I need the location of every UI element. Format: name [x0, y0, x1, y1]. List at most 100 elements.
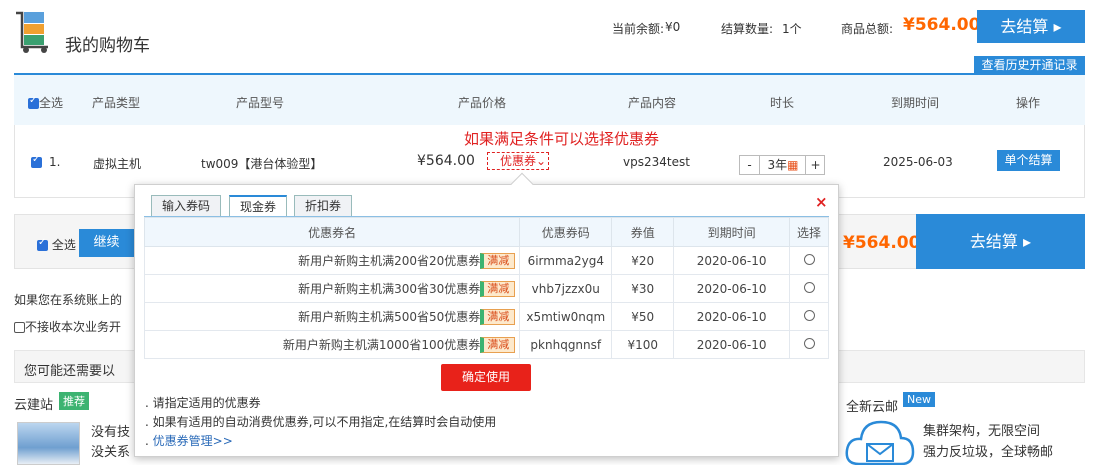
checkbox-checked-icon[interactable] — [28, 95, 39, 109]
coupon-code: 6irmma2yg4 — [519, 246, 613, 275]
radio-unchecked-icon[interactable] — [803, 309, 815, 321]
close-icon[interactable]: × — [815, 193, 828, 211]
promo-hint: 如果满足条件可以选择优惠券 — [464, 130, 660, 148]
radio-unchecked-icon[interactable] — [803, 337, 815, 349]
popup-note: . 请指定适用的优惠券 — [145, 396, 261, 410]
coupon-expire: 2020-06-10 — [673, 246, 791, 275]
coupon-radio[interactable] — [789, 330, 829, 359]
col-product-content: 产品内容 — [628, 96, 677, 110]
col-coupon-name: 优惠券名 — [143, 217, 521, 247]
col-duration: 时长 — [770, 96, 795, 110]
coupon-row[interactable]: 新用户新购主机满300省30优惠券 满减 vhb7jzzx0u ¥30 2020-… — [143, 274, 829, 303]
coupon-row[interactable]: 新用户新购主机满200省20优惠券 满减 6irmma2yg4 ¥20 2020-… — [143, 246, 829, 275]
promo-text-line: 没关系 — [91, 445, 131, 460]
recommend-title: 您可能还需要以 — [24, 364, 116, 379]
popup-note: . 优惠券管理>> — [145, 434, 233, 448]
footer-total-amount: ¥564.00 — [843, 233, 921, 253]
coupon-radio[interactable] — [789, 246, 829, 275]
full-reduction-tag: 满减 — [480, 281, 516, 298]
footer-select-all[interactable]: 全选 — [37, 236, 76, 253]
coupon-value: ¥50 — [611, 302, 675, 331]
full-reduction-tag: 满减 — [480, 309, 516, 326]
recommend-badge: 推荐 — [59, 392, 89, 410]
new-cloud-mail-label[interactable]: 全新云邮 — [846, 396, 898, 415]
cloud-feature-line: 强力反垃圾，全球畅邮 — [923, 445, 1054, 460]
cart-icon — [16, 11, 48, 53]
tab-discount-coupon[interactable]: 折扣券 — [294, 195, 353, 217]
coupon-code: pknhqgnnsf — [519, 330, 613, 359]
select-all-header[interactable]: 全选 — [28, 94, 63, 111]
coupon-value: ¥100 — [611, 330, 675, 359]
coupon-expire: 2020-06-10 — [673, 302, 791, 331]
single-checkout-button[interactable]: 单个结算 — [997, 150, 1060, 171]
coupon-radio[interactable] — [789, 274, 829, 303]
table-header: 全选 产品类型 产品型号 产品价格 产品内容 时长 到期时间 操作 — [14, 73, 1085, 125]
notify-option[interactable]: 不接收本次业务开 — [14, 318, 121, 335]
checkbox-unchecked-icon[interactable] — [14, 322, 25, 333]
col-product-model: 产品型号 — [236, 96, 285, 110]
row-expire: 2025-06-03 — [883, 155, 953, 169]
col-coupon-value: 券值 — [611, 217, 675, 247]
checkbox-checked-icon[interactable] — [37, 237, 48, 251]
col-coupon-expire: 到期时间 — [673, 217, 791, 247]
coupon-value: ¥20 — [611, 246, 675, 275]
col-expire: 到期时间 — [891, 96, 940, 110]
row-price: ¥564.00 — [417, 153, 475, 169]
col-coupon-code: 优惠券码 — [519, 217, 613, 247]
cloud-site-label[interactable]: 云建站 — [14, 394, 53, 413]
coupon-row[interactable]: 新用户新购主机满1000省100优惠券 满减 pknhqgnnsf ¥100 20… — [143, 330, 829, 359]
full-reduction-tag: 满减 — [480, 337, 516, 354]
count-label: 结算数量: — [721, 22, 774, 36]
total-label: 商品总额: — [841, 22, 894, 36]
coupon-radio[interactable] — [789, 302, 829, 331]
cloud-feature-line: 集群架构，无限空间 — [923, 424, 1041, 439]
coupon-expire: 2020-06-10 — [673, 274, 791, 303]
balance-note: 如果您在系统账上的 — [14, 293, 123, 307]
continue-shopping-button[interactable]: 继续 — [79, 229, 134, 257]
col-coupon-select: 选择 — [789, 217, 829, 247]
coupon-manage-link[interactable]: 优惠券管理>> — [153, 434, 233, 448]
row-model: tw009【港台体验型】 — [201, 157, 323, 171]
count-value: 1个 — [782, 22, 802, 36]
coupon-name: 新用户新购主机满500省50优惠券 满减 — [143, 302, 521, 331]
row-content: vps234test — [623, 155, 690, 169]
row-index: 1. — [49, 155, 61, 169]
chevron-right-icon: ▸ — [1023, 232, 1032, 251]
balance-value: ¥0 — [665, 20, 681, 34]
coupon-label: 优惠券 — [500, 154, 537, 168]
checkout-label: 去结算 — [969, 232, 1018, 251]
full-reduction-tag: 满减 — [480, 253, 516, 270]
radio-unchecked-icon[interactable] — [803, 253, 815, 265]
checkout-button-top[interactable]: 去结算 ▸ — [977, 10, 1085, 43]
chevron-right-icon: ▸ — [1053, 17, 1062, 36]
checkbox-checked-icon[interactable] — [31, 154, 42, 168]
balance-label: 当前余额: — [612, 22, 665, 36]
gift-icon: ▦ — [787, 158, 799, 172]
duration-value[interactable]: 3年▦ — [762, 156, 804, 174]
duration-plus-button[interactable]: + — [805, 156, 825, 174]
row-type: 虚拟主机 — [93, 157, 142, 171]
tab-enter-code[interactable]: 输入券码 — [151, 195, 222, 217]
promo-text-line: 没有技 — [91, 425, 131, 440]
coupon-name: 新用户新购主机满300省30优惠券 满减 — [143, 274, 521, 303]
col-product-type: 产品类型 — [92, 96, 141, 110]
coupon-name: 新用户新购主机满1000省100优惠券 满减 — [143, 330, 521, 359]
coupon-code: vhb7jzzx0u — [519, 274, 613, 303]
popup-note: . 如果有适用的自动消费优惠券,可以不用指定,在结算时会自动使用 — [145, 415, 497, 429]
row-checkbox[interactable] — [31, 154, 42, 169]
checkout-button-bottom[interactable]: 去结算 ▸ — [916, 214, 1085, 269]
coupon-table: 优惠券名 优惠券码 券值 到期时间 选择 新用户新购主机满200省20优惠券 满减… — [143, 217, 829, 359]
history-records-button[interactable]: 查看历史开通记录 — [974, 56, 1085, 74]
chevron-down-icon: ⌄ — [536, 154, 547, 168]
new-badge: New — [903, 392, 935, 407]
tab-cash-coupon[interactable]: 现金券 — [229, 195, 288, 217]
coupon-expire: 2020-06-10 — [673, 330, 791, 359]
col-product-price: 产品价格 — [458, 96, 507, 110]
total-amount: ¥564.00 — [903, 15, 981, 35]
confirm-use-button[interactable]: 确定使用 — [441, 364, 531, 391]
site-thumbnail-image[interactable] — [17, 422, 80, 465]
coupon-dropdown[interactable]: 优惠券⌄ — [487, 152, 549, 170]
coupon-row[interactable]: 新用户新购主机满500省50优惠券 满减 x5mtiw0nqm ¥50 2020-… — [143, 302, 829, 331]
duration-minus-button[interactable]: - — [740, 156, 760, 174]
radio-unchecked-icon[interactable] — [803, 281, 815, 293]
